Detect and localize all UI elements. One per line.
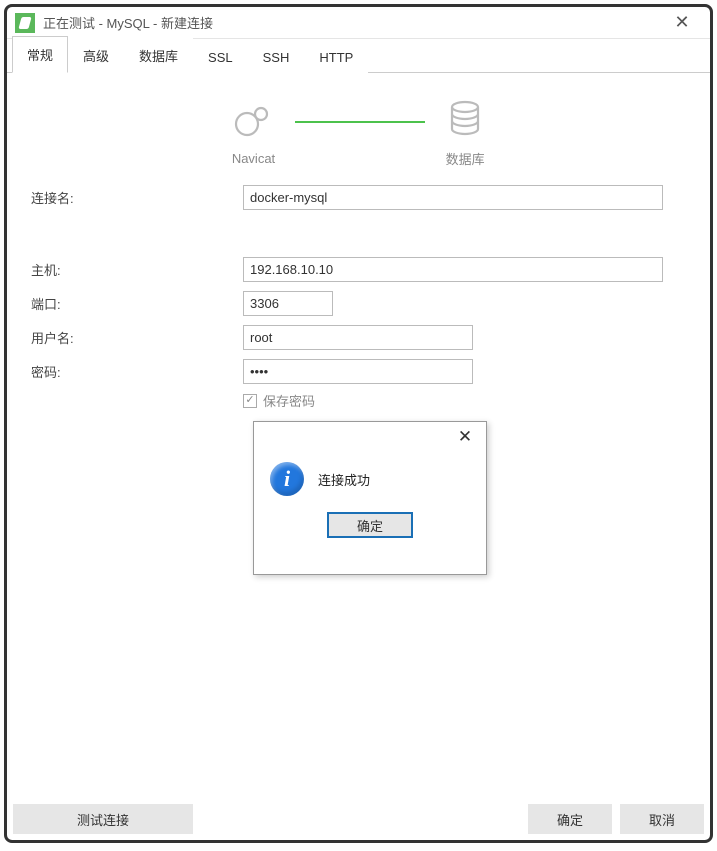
port-label: 端口: <box>27 294 243 313</box>
titlebar: 正在测试 - MySQL - 新建连接 ✕ <box>7 7 710 39</box>
diagram-navicat-label: Navicat <box>232 151 275 166</box>
tabs: 常规 高级 数据库 SSL SSH HTTP <box>7 39 710 73</box>
host-input[interactable] <box>243 257 663 282</box>
tab-general[interactable]: 常规 <box>12 36 68 73</box>
navicat-icon <box>233 100 273 143</box>
dialog-window: 正在测试 - MySQL - 新建连接 ✕ 常规 高级 数据库 SSL SSH … <box>4 4 713 843</box>
diagram-navicat: Navicat <box>232 100 275 166</box>
modal-close-icon[interactable]: ✕ <box>450 427 480 447</box>
save-password-label: 保存密码 <box>263 391 315 410</box>
connection-line-icon <box>295 121 425 123</box>
window-title: 正在测试 - MySQL - 新建连接 <box>43 13 662 32</box>
connection-name-label: 连接名: <box>27 188 243 207</box>
connection-name-input[interactable] <box>243 185 663 210</box>
ok-button[interactable]: 确定 <box>528 804 612 834</box>
tab-database[interactable]: 数据库 <box>124 37 193 73</box>
content-area: Navicat 数据库 连接名: 主机: 端口: <box>7 73 710 410</box>
user-input[interactable] <box>243 325 473 350</box>
connection-diagram: Navicat 数据库 <box>27 98 690 168</box>
modal-message: 连接成功 <box>318 470 370 489</box>
modal-footer: 确定 <box>254 512 486 552</box>
password-label: 密码: <box>27 362 243 381</box>
tab-ssh[interactable]: SSH <box>248 41 305 73</box>
modal-ok-button[interactable]: 确定 <box>327 512 413 538</box>
message-dialog: ✕ i 连接成功 确定 <box>253 421 487 575</box>
navicat-app-icon <box>15 13 35 33</box>
tab-advanced[interactable]: 高级 <box>68 37 124 73</box>
connection-form: 连接名: 主机: 端口: 用户名: 密码: ✓ 保存密 <box>27 183 690 410</box>
modal-titlebar: ✕ <box>254 422 486 452</box>
password-input[interactable] <box>243 359 473 384</box>
tab-http[interactable]: HTTP <box>304 41 368 73</box>
port-input[interactable] <box>243 291 333 316</box>
info-icon: i <box>270 462 304 496</box>
test-connection-button[interactable]: 测试连接 <box>13 804 193 834</box>
window-close-icon[interactable]: ✕ <box>662 12 702 33</box>
footer-bar: 测试连接 确定 取消 <box>13 804 704 834</box>
modal-body: i 连接成功 <box>254 452 486 512</box>
user-label: 用户名: <box>27 328 243 347</box>
save-password-row: ✓ 保存密码 <box>243 391 690 410</box>
database-icon <box>445 98 485 141</box>
diagram-database: 数据库 <box>445 98 485 168</box>
tab-ssl[interactable]: SSL <box>193 41 248 73</box>
cancel-button[interactable]: 取消 <box>620 804 704 834</box>
diagram-database-label: 数据库 <box>446 149 485 168</box>
save-password-checkbox[interactable]: ✓ <box>243 394 257 408</box>
host-label: 主机: <box>27 260 243 279</box>
